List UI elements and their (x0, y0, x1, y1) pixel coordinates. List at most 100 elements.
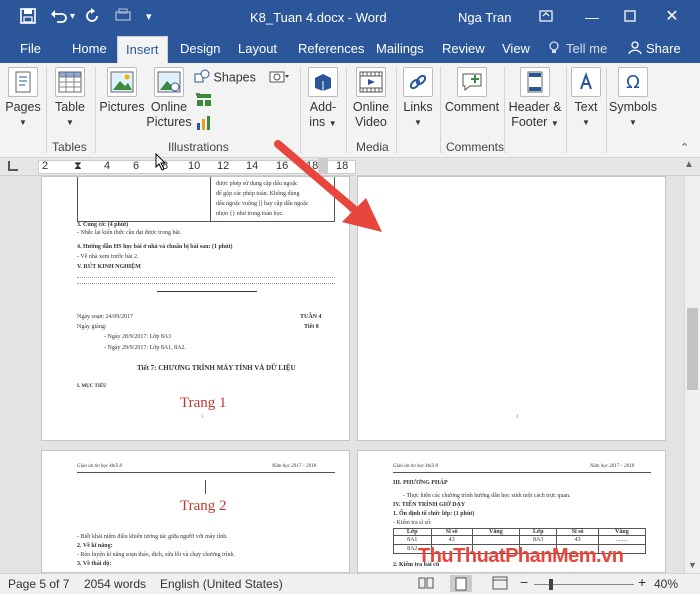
header-rule (393, 472, 651, 473)
table-cell: Vắng (471, 528, 520, 536)
table-cell: Lớp (518, 528, 558, 536)
tab-selector-icon[interactable] (8, 161, 18, 171)
ruler-indent-marker-icon[interactable]: ⧗ (74, 160, 82, 173)
online-pictures-button[interactable]: Online Pictures (146, 67, 192, 130)
section-heading: 2. Về kĩ năng: (77, 543, 113, 549)
ribbon-separator (566, 67, 567, 153)
tell-me-icon[interactable] (548, 41, 560, 58)
minimize-icon[interactable]: — (580, 6, 604, 28)
table-cell (471, 535, 520, 545)
week-label: TUẦN 4 (300, 314, 322, 320)
pictures-label: Pictures (99, 100, 145, 114)
web-layout-icon[interactable] (492, 576, 508, 593)
chart-button[interactable] (194, 115, 214, 135)
ribbon-separator (46, 67, 47, 153)
document-workspace[interactable]: được phép sử dụng cặp dấu ngoặc để gộp c… (0, 140, 684, 573)
chart-icon (196, 116, 212, 134)
comment-button[interactable]: Comment (444, 67, 500, 115)
links-button[interactable]: Links ▼ (400, 67, 436, 130)
tab-file[interactable]: File (20, 41, 41, 56)
quick-print-icon[interactable] (114, 8, 132, 29)
title-bar: ▾ ▾ K8_Tuan 4.docx - Word Nga Tran — ✕ (0, 0, 700, 36)
page-3[interactable]: Giáo án tin học khối 8 Năm học 2017 – 20… (41, 450, 350, 573)
lesson-heading: Tiết 7: CHƯƠNG TRÌNH MÁY TÍNH VÀ DỮ LIỆU (137, 364, 296, 372)
user-name[interactable]: Nga Tran (458, 10, 511, 25)
dotted-line (77, 283, 335, 284)
status-bar: Page 5 of 7 2054 words English (United S… (0, 573, 700, 594)
online-video-button[interactable]: Online Video (350, 67, 392, 130)
tab-design[interactable]: Design (180, 41, 220, 56)
section-heading: 3. Củng cố: (4 phút) (77, 222, 129, 228)
screenshot-button[interactable] (266, 69, 294, 87)
ruler-number: 2 (42, 160, 49, 172)
share-button[interactable]: Share (646, 41, 681, 56)
ribbon-display-options-icon[interactable] (534, 6, 558, 28)
zoom-in-button[interactable]: + (638, 574, 646, 590)
omega-icon: Ω (618, 67, 648, 97)
table-dropdown-icon: ▼ (66, 118, 74, 127)
zoom-slider-thumb[interactable] (549, 579, 553, 590)
pages-button[interactable]: Pages ▼ (4, 67, 42, 130)
scroll-up-icon[interactable]: ▲ (684, 159, 694, 170)
tab-mailings[interactable]: Mailings (376, 41, 424, 56)
undo-icon[interactable] (50, 8, 68, 29)
page-header-right: Năm học 2017 – 2018 (590, 464, 635, 469)
share-icon[interactable] (628, 41, 642, 58)
add-ins-dropdown-icon: ▼ (328, 119, 337, 128)
scroll-down-icon[interactable]: ▼ (688, 560, 697, 570)
header-footer-button[interactable]: Header & Footer ▼ (506, 67, 564, 131)
document-title: K8_Tuan 4.docx - Word (250, 10, 387, 25)
language-status[interactable]: English (United States) (160, 577, 283, 591)
smartart-button[interactable] (194, 93, 214, 111)
page-label: Trang 1 (180, 395, 227, 411)
text-button[interactable]: Text ▼ (568, 67, 604, 130)
tab-layout[interactable]: Layout (238, 41, 277, 56)
add-ins-button[interactable]: Add- ins ▼ (304, 67, 342, 131)
ruler-number: 14 (246, 160, 259, 172)
page-count[interactable]: Page 5 of 7 (8, 577, 69, 591)
scrollbar-thumb[interactable] (687, 308, 698, 390)
table-button[interactable]: Table ▼ (50, 67, 90, 130)
date-line: Ngày soạn: 24/09/2017 (77, 314, 133, 320)
tab-view[interactable]: View (502, 41, 530, 56)
ribbon-separator (504, 67, 505, 153)
print-layout-icon[interactable] (450, 575, 472, 592)
pages-label: Pages (5, 100, 41, 114)
header-footer-label-1: Header & (508, 100, 562, 114)
read-mode-icon[interactable] (418, 576, 434, 593)
table-cell: 43 (556, 535, 599, 545)
section-heading: 4. Hướng dẫn HS học bài ở nhà và chuẩn b… (77, 244, 233, 250)
maximize-icon[interactable] (618, 6, 642, 28)
body-line: - Biết khái niệm điều khiển tương tác gi… (77, 534, 228, 540)
page-2[interactable]: 4 (357, 176, 666, 441)
redo-icon[interactable] (84, 8, 100, 29)
section-heading: I. MỤC TIÊU (77, 384, 107, 389)
table-cell: 8A1 (393, 535, 432, 545)
tab-home[interactable]: Home (72, 41, 107, 56)
undo-dropdown-icon[interactable]: ▾ (70, 8, 75, 26)
tab-references[interactable]: References (298, 41, 364, 56)
zoom-level[interactable]: 40% (654, 577, 678, 591)
tab-review[interactable]: Review (442, 41, 485, 56)
text-cursor (205, 480, 206, 494)
zoom-out-button[interactable]: − (520, 574, 528, 590)
shapes-label: Shapes (213, 70, 256, 85)
pictures-button[interactable]: Pictures (98, 67, 146, 115)
period-label: Tiết 8 (304, 324, 319, 330)
symbols-button[interactable]: Ω Symbols ▼ (608, 67, 658, 130)
word-count[interactable]: 2054 words (84, 577, 146, 591)
customize-qat-icon[interactable]: ▾ (146, 8, 152, 26)
tab-insert[interactable]: Insert (117, 36, 168, 63)
save-icon[interactable] (20, 8, 36, 29)
online-video-label-2: Video (355, 115, 387, 129)
text-dropdown-icon: ▼ (582, 118, 590, 127)
ribbon-separator (440, 67, 441, 153)
page-number: 3 (201, 415, 204, 420)
tell-me-search[interactable]: Tell me (566, 41, 607, 56)
text-box-icon (571, 67, 601, 97)
close-icon[interactable]: ✕ (660, 6, 684, 28)
collapse-ribbon-icon[interactable]: ⌃ (680, 141, 689, 154)
vertical-scrollbar[interactable]: ▼ (684, 176, 700, 573)
table-cell: Sĩ số (556, 528, 599, 536)
date-line: Ngày giảng: (77, 324, 107, 330)
